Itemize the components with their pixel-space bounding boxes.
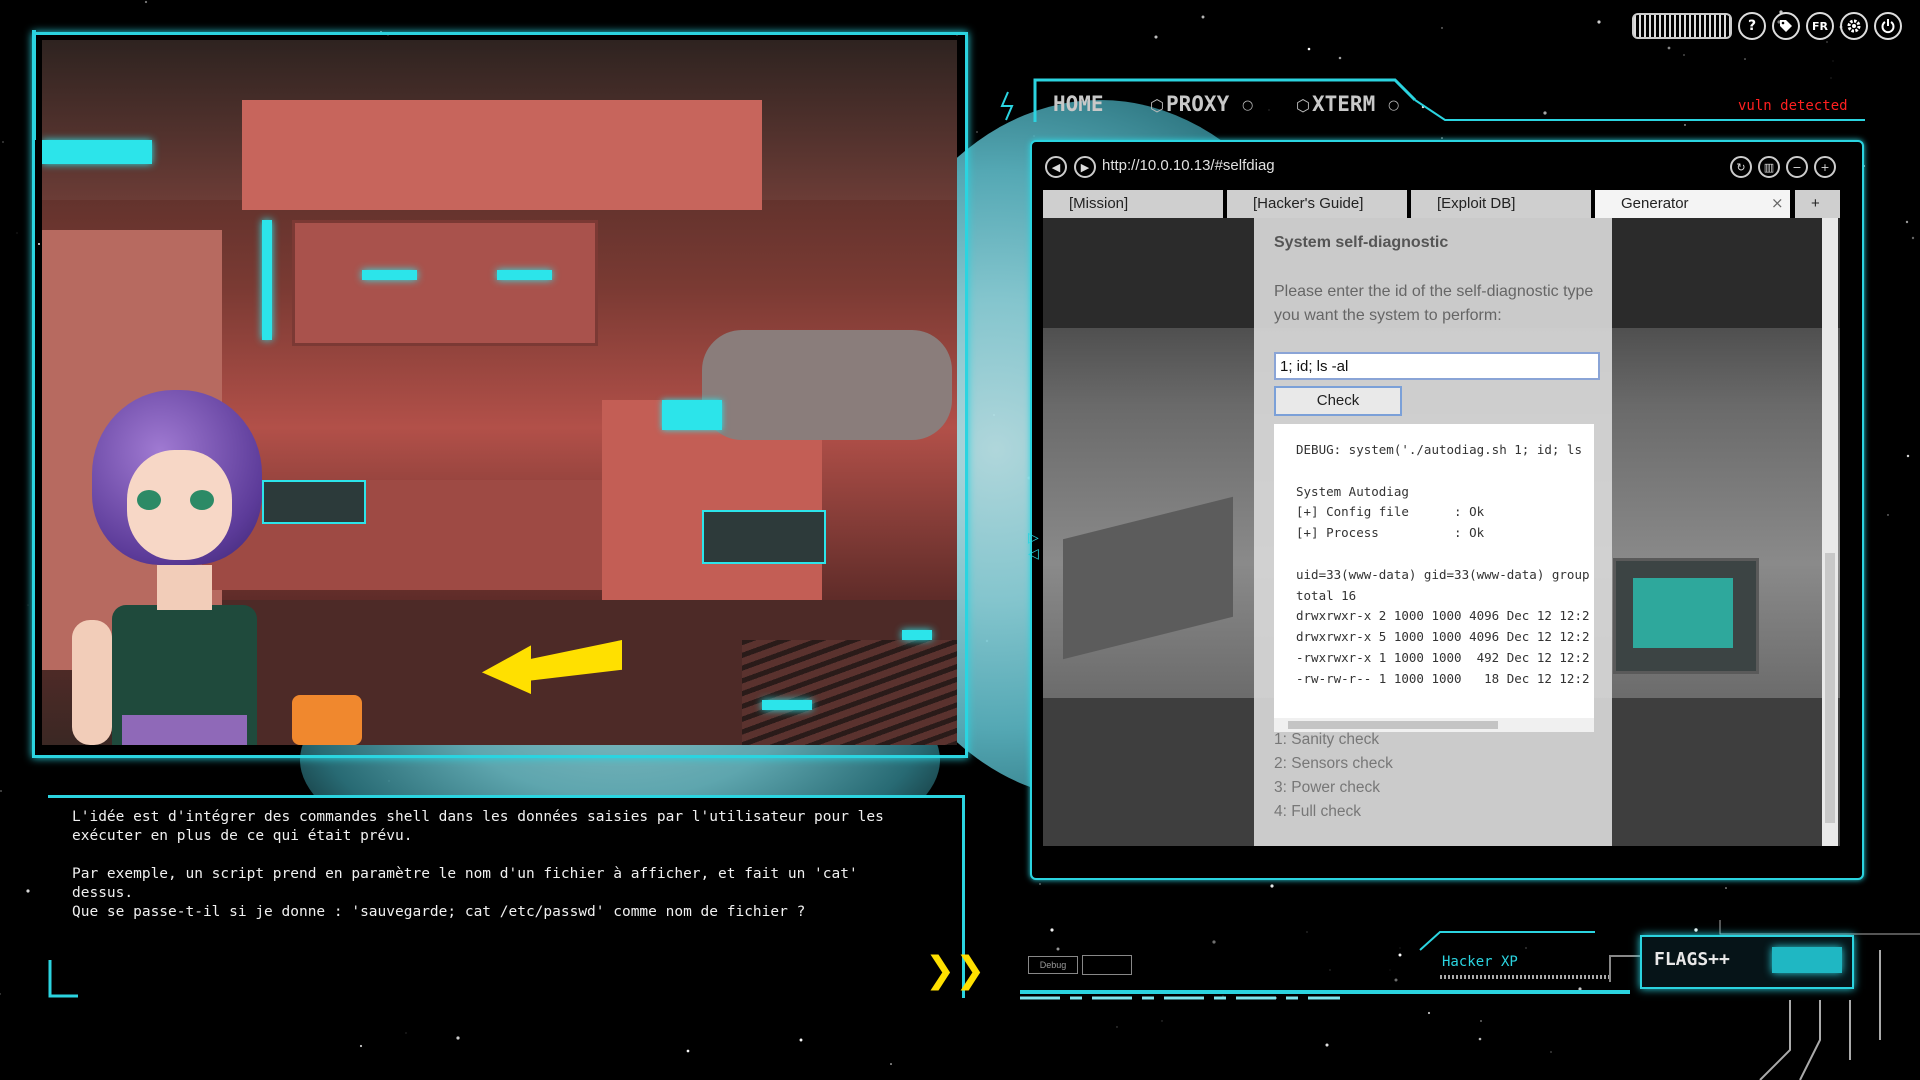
debug-field <box>1082 955 1132 975</box>
option-item: 2: Sensors check <box>1274 755 1393 772</box>
self-diagnostic-panel: System self-diagnostic Please enter the … <box>1254 218 1612 846</box>
check-button[interactable]: Check <box>1274 386 1402 416</box>
option-item: 1: Sanity check <box>1274 731 1380 748</box>
xterm-toggle-icon[interactable]: ○ <box>1388 98 1399 113</box>
flags-panel[interactable]: FLAGS++ <box>1640 935 1854 989</box>
nav-home-tab[interactable]: HOME <box>1053 92 1104 116</box>
back-icon[interactable]: ◀ <box>1045 156 1067 178</box>
zoom-out-icon[interactable]: − <box>1786 156 1808 178</box>
help-icon[interactable]: ? <box>1738 12 1766 40</box>
tab-generator[interactable]: Generator <box>1595 190 1790 218</box>
dialogue-corner-bracket <box>48 960 78 998</box>
tag-icon[interactable] <box>1772 12 1800 40</box>
language-button[interactable]: FR <box>1806 12 1834 40</box>
scene-bracket-left <box>32 30 36 140</box>
url-bar[interactable]: http://10.0.10.13/#selfdiag <box>1102 157 1275 174</box>
dialogue-text: L'idée est d'intégrer des commandes shel… <box>72 809 884 920</box>
bookmarks-icon[interactable]: ▥ <box>1758 156 1780 178</box>
flags-indicator <box>1772 947 1842 973</box>
forward-icon[interactable]: ▶ <box>1074 156 1096 178</box>
dialogue-box: L'idée est d'intégrer des commandes shel… <box>48 795 965 998</box>
tab-exploit-db[interactable]: [Exploit DB] <box>1411 190 1591 218</box>
page-vertical-scrollbar[interactable] <box>1822 218 1838 846</box>
xterm-icon: ⬡ <box>1296 96 1310 115</box>
proxy-toggle-icon[interactable]: ○ <box>1242 98 1253 113</box>
tab-hackers-guide[interactable]: [Hacker's Guide] <box>1227 190 1407 218</box>
diagnostic-id-input[interactable] <box>1274 352 1600 380</box>
option-item: 3: Power check <box>1274 779 1380 796</box>
vuln-alert: vuln detected <box>1738 98 1848 114</box>
diagnostic-options: 1: Sanity check 2: Sensors check 3: Powe… <box>1274 728 1393 824</box>
reload-icon[interactable]: ↻ <box>1730 156 1752 178</box>
proxy-icon: ⬡ <box>1150 96 1164 115</box>
volume-bar[interactable] <box>1632 13 1732 39</box>
new-tab-button[interactable]: + <box>1795 190 1840 218</box>
close-tab-icon[interactable]: × <box>1771 194 1784 212</box>
next-dialogue-button[interactable]: ❯❯ <box>925 950 985 991</box>
nav-xterm-tab[interactable]: XTERM <box>1312 92 1375 116</box>
hacker-xp-label: Hacker XP <box>1442 954 1518 970</box>
side-collapse-icon[interactable]: ▷ ◁ <box>1028 530 1039 562</box>
flags-label: FLAGS++ <box>1654 949 1730 970</box>
command-output: DEBUG: system('./autodiag.sh 1; id; ls S… <box>1274 424 1594 732</box>
panel-description: Please enter the id of the self-diagnost… <box>1274 283 1594 324</box>
option-item: 4: Full check <box>1274 803 1362 820</box>
power-icon[interactable] <box>1874 12 1902 40</box>
panel-title: System self-diagnostic <box>1274 234 1449 251</box>
debug-toggle[interactable]: Debug <box>1028 956 1078 974</box>
zoom-in-icon[interactable]: + <box>1814 156 1836 178</box>
top-toolbar: ? FR <box>1632 12 1902 40</box>
output-text: DEBUG: system('./autodiag.sh 1; id; ls S… <box>1296 442 1590 686</box>
page-scroll-thumb[interactable] <box>1825 553 1835 823</box>
scene-frame <box>32 32 968 758</box>
tab-mission[interactable]: [Mission] <box>1043 190 1223 218</box>
tab-bar: [Mission] [Hacker's Guide] [Exploit DB] … <box>1043 190 1840 218</box>
nav-proxy-tab[interactable]: PROXY <box>1166 92 1229 116</box>
gear-icon[interactable] <box>1840 12 1868 40</box>
